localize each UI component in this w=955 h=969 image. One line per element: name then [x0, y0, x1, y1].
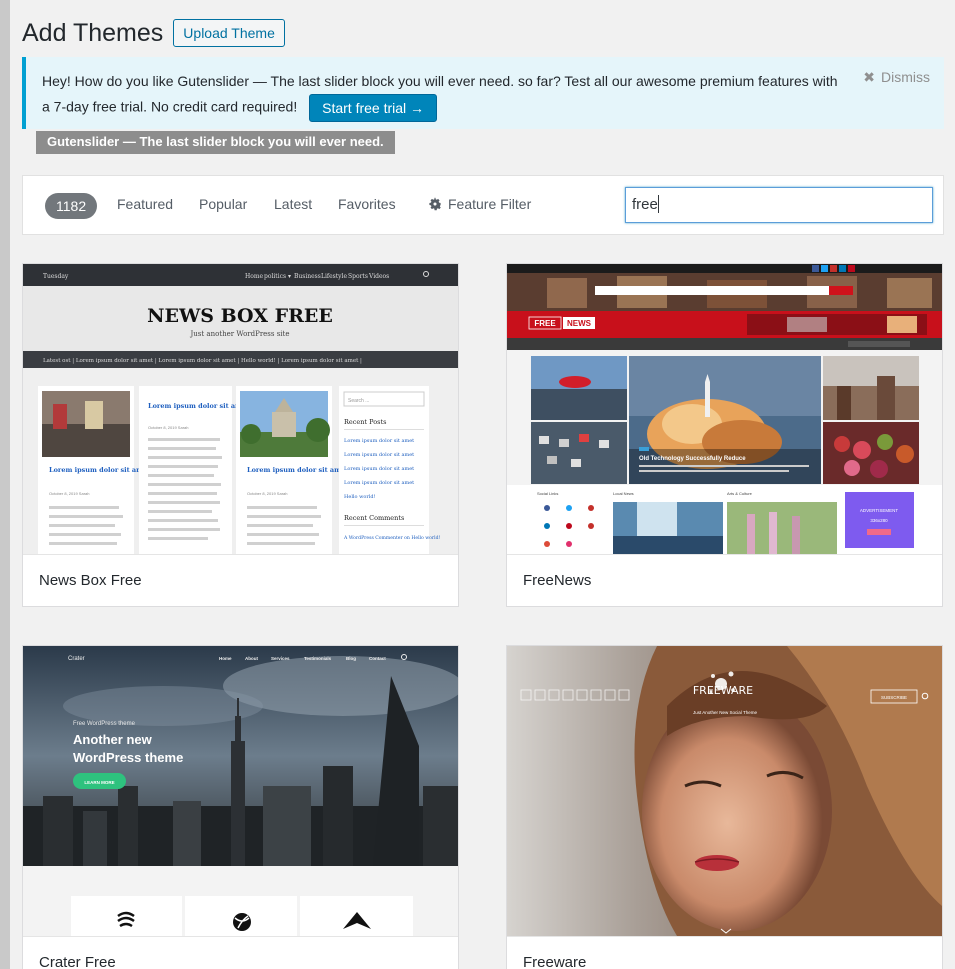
preview-headline: Old Technology Successfully Reduce [639, 456, 746, 462]
preview-nav-link: About [245, 656, 258, 661]
preview-nav-link: Contact [369, 656, 386, 661]
preview-post-title: Lorem ipsum dolor sit amet [247, 466, 348, 474]
crater-free-preview: Crater Home About Services Testimonials … [23, 646, 458, 936]
preview-recent-post: Lorem ipsum dolor sit amet [344, 480, 414, 486]
preview-post-meta: October 8, 2019 Sarah [247, 491, 287, 496]
preview-ticker: Latest ost | Lorem ipsum dolor sit amet … [43, 358, 362, 364]
theme-name[interactable]: Crater Free [23, 936, 458, 969]
close-icon: ✖ [863, 69, 875, 85]
preview-logo: Crater [68, 656, 85, 662]
preview-tagline: Just Another New Social Theme [693, 710, 757, 715]
theme-card-crater-free[interactable]: Crater Home About Services Testimonials … [22, 645, 459, 969]
theme-card-news-box-free[interactable]: Tuesday Home politics ▾ Business Lifesty… [22, 263, 459, 607]
theme-card-freenews[interactable]: FREE NEWS Old Technology Successfully Re… [506, 263, 943, 607]
notice-text-start: Hey! How do you like [42, 73, 178, 89]
theme-screenshot[interactable]: SUBSCRIBE FREEWARE Just Another New Soci… [507, 646, 942, 936]
theme-search-input[interactable]: free [625, 187, 933, 223]
theme-count-badge: 1182 [45, 193, 98, 219]
preview-post-title: Lorem ipsum dolor sit amet [49, 466, 150, 474]
preview-sidebar: Search ... Recent Posts Lorem ipsum dolo… [339, 386, 441, 554]
preview-ad-size: 336x280 [870, 518, 888, 523]
trial-button-label: Start free trial [322, 100, 407, 116]
admin-sidebar-edge [0, 0, 10, 969]
preview-headline-line1: Another new [73, 732, 153, 747]
feature-filter-label: Feature Filter [448, 196, 532, 212]
preview-nav-link: Services [271, 656, 290, 661]
preview-nav-link: Blog [346, 656, 356, 661]
preview-section-local: Local News [613, 491, 634, 496]
preview-post-title: Lorem ipsum dolor sit amet [148, 402, 249, 410]
preview-headline-line2: WordPress theme [73, 750, 183, 765]
freeware-preview: SUBSCRIBE FREEWARE Just Another New Soci… [507, 646, 942, 936]
preview-section-arts: Arts & Culture [727, 491, 753, 496]
preview-subscribe: SUBSCRIBE [881, 695, 907, 700]
tab-latest[interactable]: Latest [274, 196, 312, 212]
dismiss-button[interactable]: ✖ Dismiss [863, 69, 930, 86]
theme-filter-bar: 1182 Featured Popular Latest Favorites F… [22, 175, 944, 235]
preview-nav-link: politics ▾ [264, 273, 291, 280]
preview-post-meta: October 8, 2019 Sarah [148, 425, 188, 430]
theme-name[interactable]: News Box Free [23, 554, 458, 606]
preview-comment: A WordPress Commenter on Hello world! [343, 535, 441, 541]
preview-search-placeholder: Search ... [348, 398, 369, 404]
preview-logo-news: NEWS [567, 319, 592, 328]
feature-filter-button[interactable]: Feature Filter [428, 196, 531, 212]
preview-nav-link: Videos [368, 273, 389, 280]
tab-favorites[interactable]: Favorites [338, 196, 396, 212]
notice-text: Hey! How do you like Gutenslider — The l… [42, 69, 842, 122]
preview-tagline: Just another WordPress site [189, 330, 289, 338]
theme-name[interactable]: Freeware [507, 936, 942, 969]
upload-theme-button[interactable]: Upload Theme [173, 19, 285, 47]
preview-logo: FREEWARE [693, 684, 753, 697]
preview-nav-day: Tuesday [43, 273, 69, 280]
notice-product-name: Gutenslider — The last slider block you … [177, 73, 515, 89]
preview-cta: LEARN MORE [84, 780, 114, 785]
preview-post-meta: October 8, 2019 Sarah [49, 491, 89, 496]
preview-recent-post: Lorem ipsum dolor sit amet [344, 438, 414, 444]
search-value: free [632, 196, 658, 213]
preview-recent-comments-heading: Recent Comments [344, 514, 404, 522]
theme-screenshot[interactable]: Crater Home About Services Testimonials … [23, 646, 458, 936]
preview-nav-link: Home [245, 273, 264, 280]
theme-name[interactable]: FreeNews [507, 554, 942, 606]
promo-notice: Hey! How do you like Gutenslider — The l… [22, 57, 944, 129]
theme-card-freeware[interactable]: SUBSCRIBE FREEWARE Just Another New Soci… [506, 645, 943, 969]
preview-nav-link: Sports [348, 273, 368, 280]
theme-screenshot[interactable]: FREE NEWS Old Technology Successfully Re… [507, 264, 942, 554]
page-title: Add Themes [22, 18, 164, 47]
preview-recent-post: Lorem ipsum dolor sit amet [344, 466, 414, 472]
dismiss-label: Dismiss [881, 69, 930, 85]
preview-ad-label: ADVERTISEMENT [860, 508, 898, 513]
tab-featured[interactable]: Featured [117, 196, 173, 212]
arrow-right-icon: → [410, 100, 425, 116]
theme-screenshot[interactable]: Tuesday Home politics ▾ Business Lifesty… [23, 264, 458, 554]
preview-site-title: NEWS BOX FREE [147, 305, 333, 327]
preview-recent-post: Hello world! [344, 494, 376, 500]
preview-nav-link: Home [219, 656, 232, 661]
start-free-trial-button[interactable]: Start free trial → [309, 94, 438, 122]
tab-popular[interactable]: Popular [199, 196, 247, 212]
preview-kicker: Free WordPress theme [73, 721, 136, 727]
preview-nav-link: Business [294, 273, 321, 280]
freenews-preview: FREE NEWS Old Technology Successfully Re… [507, 264, 942, 554]
preview-post-col-1: Lorem ipsum dolor sit amet October 8, 20… [38, 386, 150, 554]
gear-icon [429, 197, 441, 211]
preview-post-col-3: Lorem ipsum dolor sit amet October 8, 20… [236, 386, 348, 554]
preview-nav-link: Lifestyle [321, 273, 347, 280]
page-header: Add Themes Upload Theme [22, 17, 285, 49]
preview-recent-posts-heading: Recent Posts [344, 418, 386, 426]
hover-tooltip: Gutenslider — The last slider block you … [36, 131, 395, 154]
preview-nav-link: Testimonials [304, 656, 332, 661]
preview-section-social: Social Links [537, 491, 558, 496]
preview-recent-post: Lorem ipsum dolor sit amet [344, 452, 414, 458]
preview-logo-free: FREE [534, 319, 556, 328]
text-caret [657, 195, 659, 213]
news-box-free-preview: Tuesday Home politics ▾ Business Lifesty… [23, 264, 458, 554]
